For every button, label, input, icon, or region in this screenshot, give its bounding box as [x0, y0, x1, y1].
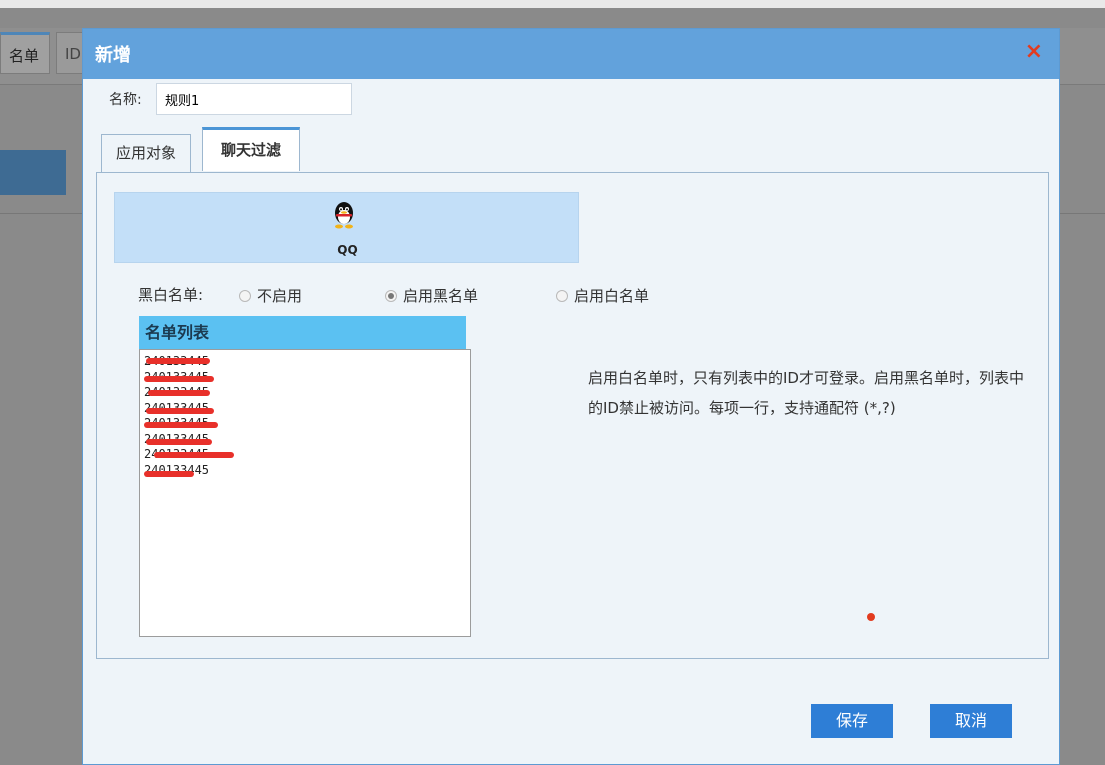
name-input[interactable]: [156, 83, 352, 115]
redaction-mark: [144, 470, 194, 477]
radio-blacklist-label: 启用黑名单: [403, 287, 479, 305]
background-button: [0, 150, 66, 195]
list-item: 240133445: [144, 385, 466, 401]
cancel-button[interactable]: 取消: [930, 704, 1012, 738]
red-dot-marker: [867, 613, 875, 621]
list-header: 名单列表: [139, 316, 466, 349]
radio-disabled[interactable]: 不启用: [239, 285, 302, 306]
radio-dot: [556, 290, 568, 302]
list-item: 240133445: [144, 416, 466, 432]
redaction-mark: [146, 438, 212, 445]
background-tab-list: 名单: [0, 32, 50, 74]
tab-chat-filter[interactable]: 聊天过滤: [202, 127, 300, 171]
background-top-strip: [0, 0, 1105, 8]
id-list-textarea[interactable]: 240133445 240133445 240133445 240133445 …: [139, 349, 471, 637]
name-label: 名称:: [109, 92, 142, 108]
chat-filter-panel: QQ 黑白名单: 不启用 启用黑名单 启用白名单 名单列表 240133445 …: [96, 172, 1049, 659]
radio-whitelist[interactable]: 启用白名单: [556, 285, 649, 306]
radio-dot-checked: [385, 290, 397, 302]
list-item: 240133445: [144, 447, 466, 463]
redaction-mark: [148, 390, 210, 396]
list-item: 240133445: [144, 432, 466, 448]
redaction-mark: [146, 358, 210, 364]
redaction-mark: [144, 375, 214, 382]
list-item: 240133445: [144, 401, 466, 417]
redaction-mark: [144, 422, 218, 428]
radio-whitelist-label: 启用白名单: [574, 287, 650, 305]
qq-label: QQ: [337, 243, 358, 257]
blackwhite-list-label: 黑白名单:: [138, 286, 204, 304]
filter-hint-text: 启用白名单时，只有列表中的ID才可登录。启用黑名单时，列表中的ID禁止被访问。每…: [588, 369, 1024, 417]
dialog-title: 新增: [95, 45, 131, 66]
radio-dot: [239, 290, 251, 302]
close-icon[interactable]: ×: [1025, 39, 1043, 65]
radio-disabled-label: 不启用: [257, 287, 303, 305]
redaction-mark: [154, 452, 234, 458]
tab-apply-target[interactable]: 应用对象: [101, 134, 191, 173]
qq-penguin-icon: [335, 202, 353, 229]
radio-blacklist[interactable]: 启用黑名单: [385, 285, 478, 306]
qq-app-card[interactable]: QQ: [114, 192, 579, 263]
add-rule-dialog: 新增 × 名称: 应用对象 聊天过滤 QQ 黑白名单: 不启用 启用黑名单 启用…: [82, 28, 1060, 765]
save-button[interactable]: 保存: [811, 704, 893, 738]
dialog-header: 新增 ×: [83, 29, 1059, 79]
list-item: 240133445: [144, 462, 210, 477]
list-item: 240133445: [144, 370, 466, 386]
redaction-mark: [146, 407, 214, 414]
list-item: 240133445: [144, 354, 466, 370]
